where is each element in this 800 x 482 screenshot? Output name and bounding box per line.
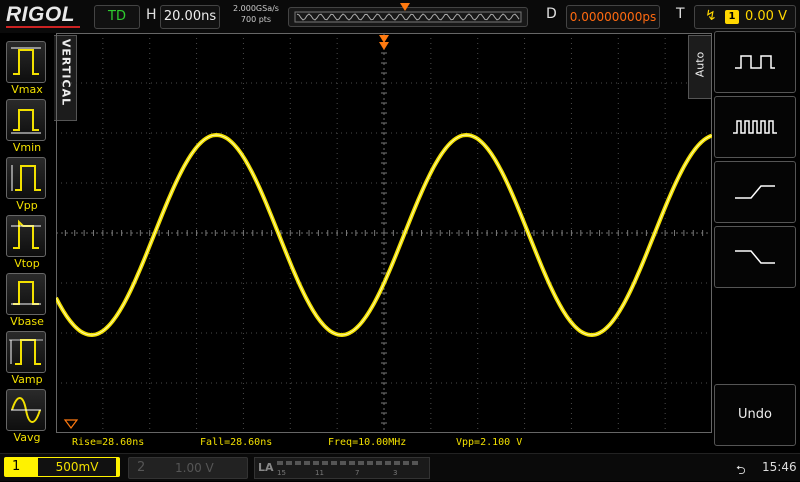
multi-period-button[interactable] — [714, 96, 796, 158]
sample-rate: 2.000GSa/s — [233, 4, 279, 13]
delay-box[interactable]: 0.00000000ps — [566, 5, 660, 29]
memory-depth: 700 pts — [240, 15, 272, 24]
vamp-button[interactable] — [6, 331, 46, 373]
time-scale-value: 20.00ns — [163, 9, 217, 24]
logic-analyzer-indicator[interactable]: LA 15 11 7 3 — [254, 457, 430, 479]
falling-edge-button[interactable] — [714, 226, 796, 288]
vamp-pulse-icon — [9, 339, 43, 365]
single-period-button[interactable] — [714, 31, 796, 93]
channel-1-offset-marker[interactable] — [63, 419, 79, 429]
la-channel-dot — [403, 461, 409, 465]
rising-edge-trigger-icon: ↯ — [705, 8, 717, 24]
channel-2-number: 2 — [137, 460, 146, 475]
vavg-sine-icon — [11, 397, 41, 423]
fall-time-readout: Fall=28.60ns — [200, 437, 273, 448]
la-channel-dot — [358, 461, 364, 465]
vbase-pulse-icon — [11, 281, 41, 305]
acquisition-info: 2.000GSa/s 700 pts — [226, 3, 286, 25]
trigger-position-marker-top[interactable] — [400, 3, 410, 11]
vmin-pulse-icon — [11, 109, 41, 134]
channel-2-scale: 1.00 V — [175, 461, 214, 475]
la-channel-7: 7 — [355, 469, 360, 477]
la-channel-dot — [322, 461, 328, 465]
trigger-box[interactable]: ↯ 1 0.00 V — [694, 5, 796, 29]
auto-menu-tab[interactable]: Auto — [688, 35, 711, 99]
la-channel-dot — [331, 461, 337, 465]
vmax-label: Vmax — [11, 83, 43, 96]
la-channel-3: 3 — [393, 469, 398, 477]
vmax-button[interactable] — [6, 41, 46, 83]
channel-status-bar: 1 500mV 2 1.00 V LA 15 11 7 3 ⮌ 15:46 — [0, 453, 800, 481]
graticule — [54, 32, 713, 434]
la-channel-dot — [367, 461, 373, 465]
vbase-label: Vbase — [10, 315, 44, 328]
frequency-readout: Freq=10.00MHz — [328, 437, 407, 448]
vpp-readout: Vpp=2.100 V — [456, 437, 523, 448]
rising-edge-button[interactable] — [714, 161, 796, 223]
channel-1-indicator[interactable]: 1 500mV — [4, 457, 120, 477]
clock: 15:46 — [762, 460, 797, 474]
vtop-pulse-icon — [11, 219, 41, 249]
la-channel-dot — [394, 461, 400, 465]
la-channel-dot — [349, 461, 355, 465]
vavg-label: Vavg — [13, 431, 41, 444]
waveform-display[interactable] — [54, 32, 713, 434]
run-status-indicator[interactable]: TD — [94, 5, 140, 29]
single-period-icon — [735, 55, 775, 69]
vpp-label: Vpp — [16, 199, 38, 212]
trigger-position-marker[interactable] — [379, 35, 389, 43]
la-channel-dot — [286, 461, 292, 465]
undo-button[interactable]: Undo — [714, 384, 796, 446]
channel-2-indicator[interactable]: 2 1.00 V — [128, 457, 248, 479]
delay-value: 0.00000000ps — [569, 10, 657, 24]
vpp-pulse-icon — [11, 165, 41, 191]
run-status-text: TD — [108, 9, 126, 24]
trigger-level: 0.00 V — [745, 9, 787, 24]
rise-time-readout: Rise=28.60ns — [72, 437, 145, 448]
vamp-label: Vamp — [11, 373, 43, 386]
vtop-label: Vtop — [14, 257, 40, 270]
vmin-label: Vmin — [12, 141, 42, 154]
la-channel-dot — [412, 461, 418, 465]
logo-underline — [6, 26, 80, 28]
falling-edge-icon — [735, 250, 775, 264]
undo-label: Undo — [738, 407, 772, 422]
vmin-button[interactable] — [6, 99, 46, 141]
delay-label: D — [546, 6, 557, 22]
measurement-panel: Vmax Vmin Vpp Vtop Vbase Vamp Vavg — [0, 33, 54, 453]
rising-edge-icon — [735, 185, 775, 199]
vtop-button[interactable] — [6, 215, 46, 257]
top-status-bar: RIGOL TD H 20.00ns 2.000GSa/s 700 pts D … — [0, 0, 800, 33]
horizontal-label: H — [146, 7, 157, 23]
la-channel-dot — [376, 461, 382, 465]
time-scale-box[interactable]: 20.00ns — [160, 5, 220, 29]
la-channel-dot — [277, 461, 283, 465]
brand-logo: RIGOL — [6, 3, 75, 26]
vpp-button[interactable] — [6, 157, 46, 199]
trigger-source: 1 — [725, 10, 739, 24]
la-channel-dot — [385, 461, 391, 465]
la-channel-dots — [277, 461, 418, 465]
la-channel-dot — [313, 461, 319, 465]
channel-1-number: 1 — [12, 459, 21, 474]
la-channel-dot — [304, 461, 310, 465]
la-channel-11: 11 — [315, 469, 324, 477]
la-label: LA — [258, 461, 274, 474]
la-channel-15: 15 — [277, 469, 286, 477]
multi-period-icon — [733, 120, 777, 134]
channel-1-scale: 500mV — [38, 458, 116, 476]
la-channel-dot — [340, 461, 346, 465]
trigger-position-marker-lower — [379, 42, 389, 50]
vmax-pulse-icon — [11, 47, 41, 75]
vavg-button[interactable] — [6, 389, 46, 431]
trigger-label: T — [676, 6, 685, 22]
vbase-button[interactable] — [6, 273, 46, 315]
usb-icon: ⮌ — [736, 463, 746, 477]
la-channel-dot — [295, 461, 301, 465]
auto-tab-label: Auto — [693, 51, 707, 78]
